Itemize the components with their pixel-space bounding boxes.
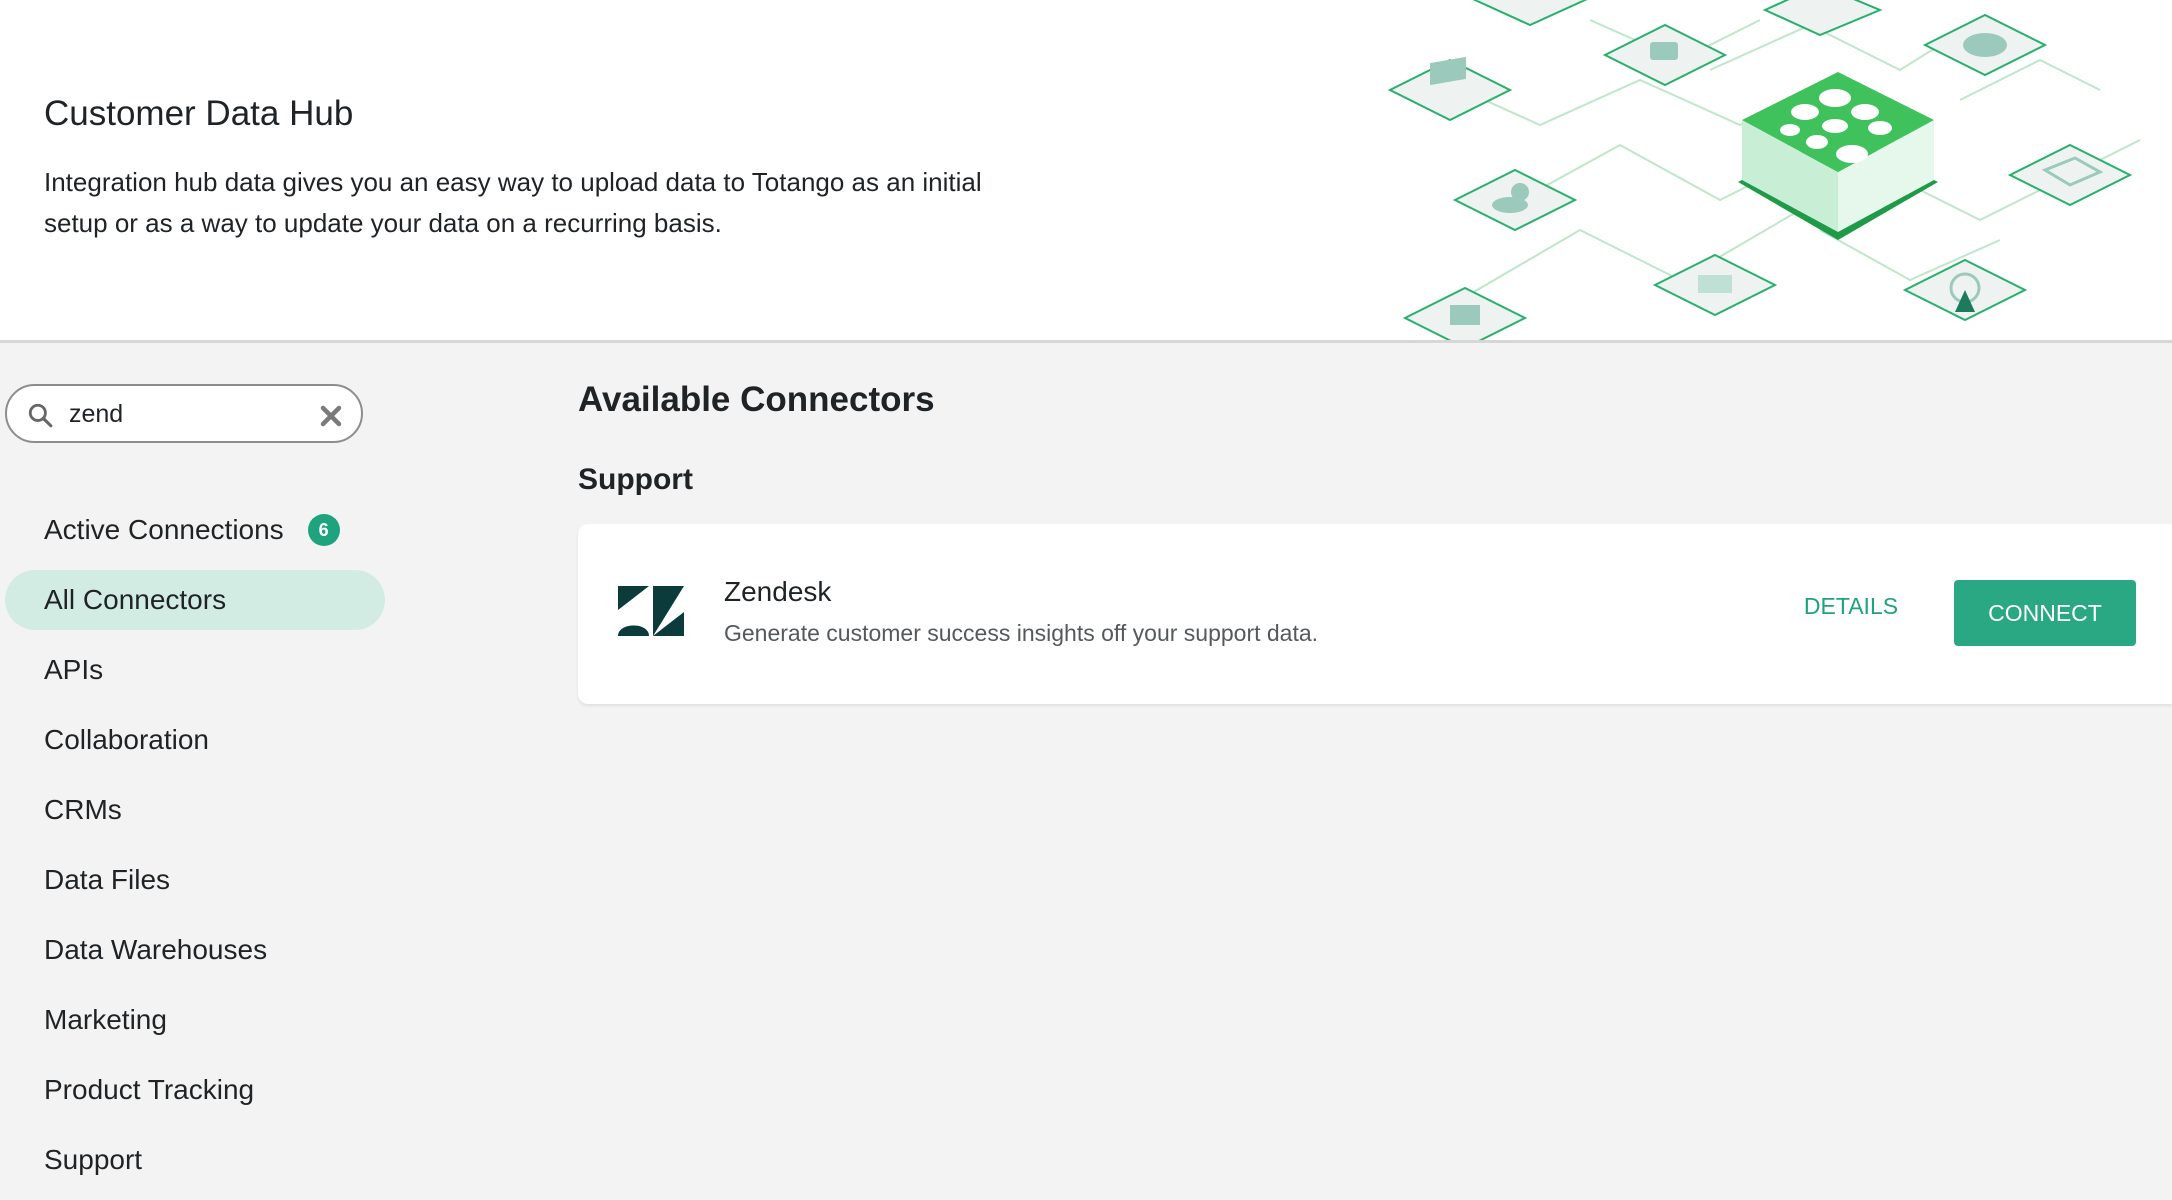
sidebar-item-label: Data Files — [44, 864, 171, 895]
sidebar-item-collaboration[interactable]: Collaboration — [5, 710, 385, 770]
search-input[interactable] — [69, 394, 299, 434]
central-hub-cube — [1738, 72, 1938, 240]
page-description: Integration hub data gives you an easy w… — [44, 167, 982, 238]
page-title: Customer Data Hub — [44, 94, 354, 133]
connector-description: Generate customer success insights off y… — [724, 620, 1319, 646]
connect-button[interactable]: CONNECT — [1954, 580, 2136, 646]
sidebar-item-product-tracking[interactable]: Product Tracking — [5, 1060, 385, 1120]
close-icon[interactable] — [319, 404, 343, 428]
sidebar-item-label: Data Warehouses — [44, 934, 268, 965]
node-tile-top-left — [1472, 0, 1588, 27]
sidebar-nav: Active Connections 6 All Connectors APIs… — [5, 500, 385, 1200]
node-tile-top-right — [1762, 0, 1883, 37]
sidebar-item-label: Marketing — [44, 1004, 167, 1035]
node-tile-code — [1652, 253, 1778, 317]
search-box[interactable] — [5, 384, 363, 443]
zendesk-logo-icon — [618, 586, 684, 636]
integration-hub-illustration — [1387, 0, 2141, 340]
sidebar-item-all-connectors[interactable]: All Connectors — [5, 570, 385, 630]
available-connectors-heading: Available Connectors — [578, 380, 935, 419]
node-tile-gear — [1387, 56, 1513, 122]
search-icon — [28, 403, 53, 428]
connector-name: Zendesk — [724, 576, 832, 607]
sidebar-item-data-warehouses[interactable]: Data Warehouses — [5, 920, 385, 980]
node-tile-calendar — [1402, 286, 1528, 340]
page-header-banner: Customer Data Hub Integration hub data g… — [0, 0, 2172, 343]
details-button[interactable]: DETAILS — [1796, 578, 1906, 634]
sidebar-item-label: Collaboration — [44, 724, 209, 755]
sidebar-item-support[interactable]: Support — [5, 1130, 385, 1190]
node-tile-signal — [1902, 258, 2028, 322]
sidebar-item-label: Active Connections — [44, 514, 284, 545]
sidebar-item-label: All Connectors — [44, 584, 227, 615]
sidebar-item-label: CRMs — [44, 794, 122, 825]
sidebar-item-label: Support — [44, 1144, 143, 1175]
sidebar-item-apis[interactable]: APIs — [5, 640, 385, 700]
sidebar-item-marketing[interactable]: Marketing — [5, 990, 385, 1050]
sidebar-item-label: Product Tracking — [44, 1074, 255, 1105]
category-heading-support: Support — [578, 463, 693, 496]
connector-card-zendesk: Zendesk Generate customer success insigh… — [578, 524, 2172, 704]
sidebar-item-active-connections[interactable]: Active Connections 6 — [5, 500, 385, 560]
sidebar-item-crms[interactable]: CRMs — [5, 780, 385, 840]
sidebar-item-label: APIs — [44, 654, 104, 685]
sidebar-item-data-files[interactable]: Data Files — [5, 850, 385, 910]
count-badge: 6 — [307, 514, 340, 546]
